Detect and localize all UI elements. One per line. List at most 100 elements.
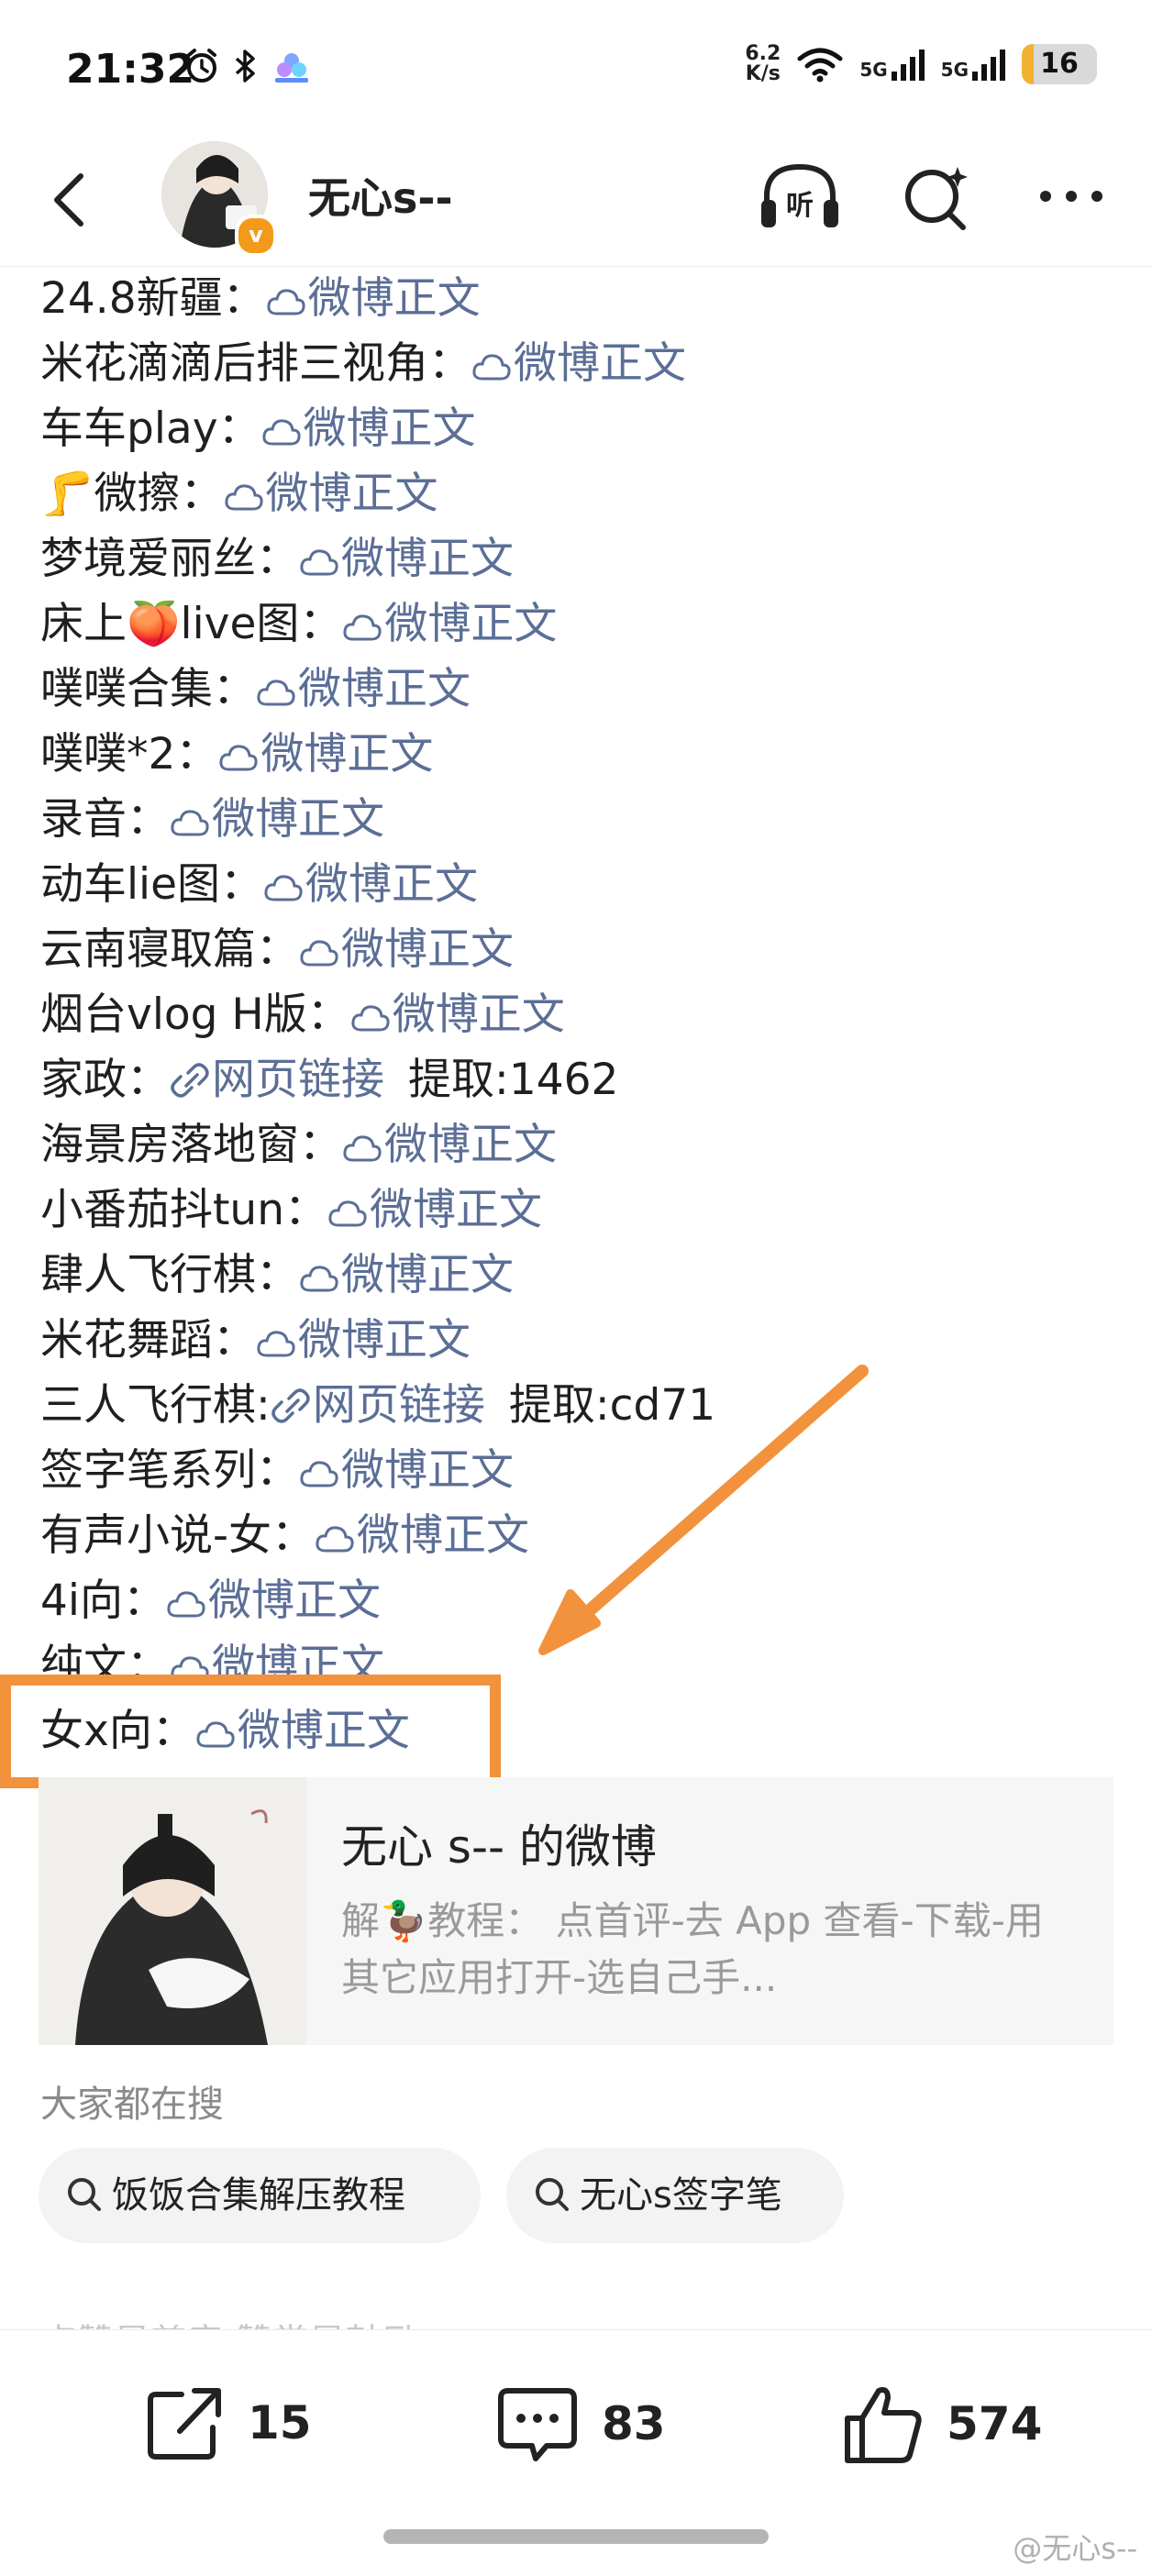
line-label: 🦵微擦：: [40, 469, 224, 519]
post-line: 云南寝取篇： 微博正文: [40, 917, 1123, 982]
weibo-link-text: 微博正文: [298, 664, 471, 714]
signal-bars-icon-2: [972, 50, 1005, 81]
alarm-icon: [187, 49, 216, 83]
cloud-link-icon: [300, 1461, 338, 1487]
weibo-link[interactable]: 微博正文: [218, 729, 433, 779]
post-line: 24.8新疆： 微博正文: [40, 266, 1123, 331]
weibo-link-text: 微博正文: [303, 404, 476, 454]
web-link[interactable]: 网页链接: [271, 1380, 485, 1431]
post-line: 海景房落地窗： 微博正文: [40, 1112, 1123, 1177]
comment-button[interactable]: 83: [495, 2382, 666, 2466]
post-line: 肆人飞行棋： 微博正文: [40, 1243, 1123, 1308]
extract-code: 提取:1462: [408, 1055, 619, 1105]
home-indicator[interactable]: [383, 2529, 769, 2544]
line-label: 动车lie图：: [40, 859, 264, 910]
weibo-link[interactable]: 微博正文: [266, 273, 481, 324]
weibo-link[interactable]: 微博正文: [299, 1250, 514, 1300]
repost-icon: [148, 2388, 221, 2460]
weibo-link[interactable]: 微博正文: [224, 469, 438, 519]
card-thumbnail: [39, 1777, 306, 2045]
web-link[interactable]: 网页链接: [170, 1055, 384, 1105]
search-icon[interactable]: [892, 160, 980, 233]
net-speed-unit: K/s: [745, 62, 781, 85]
weibo-link[interactable]: 微博正文: [170, 1641, 384, 1679]
weibo-link-text: 微博正文: [260, 729, 434, 779]
weibo-link[interactable]: 微博正文: [471, 338, 686, 389]
back-icon[interactable]: [37, 163, 110, 237]
weibo-link-text: 微博正文: [305, 859, 479, 910]
cloud-link-icon: [343, 1135, 382, 1162]
signal2-label: 5G: [940, 59, 969, 81]
search-chip-label: 无心s签字笔: [580, 2174, 782, 2217]
cloud-link-icon: [167, 1591, 205, 1618]
post-line: 三人飞行棋: 网页链接 提取:cd71: [40, 1373, 1123, 1438]
weibo-link[interactable]: 微博正文: [342, 1120, 557, 1170]
status-bar: 21:32 6.2 K/s 5G 5G 16: [0, 0, 1152, 138]
weibo-preview-card[interactable]: 无心 s-- 的微博 解🦆教程： 点首评-去 App 查看-下载-用其它应用打开…: [39, 1777, 1113, 2045]
repost-button[interactable]: 15: [143, 2382, 312, 2464]
weibo-link[interactable]: 微博正文: [299, 534, 514, 584]
cloud-link-icon: [316, 1526, 354, 1553]
comment-count: 83: [602, 2397, 666, 2450]
weibo-link[interactable]: 微博正文: [166, 1575, 381, 1626]
link-icon: [171, 1063, 209, 1098]
weibo-link[interactable]: 微博正文: [299, 924, 514, 975]
post-line: 床上🍑live图： 微博正文: [40, 591, 1123, 657]
post-line: 动车lie图： 微博正文: [40, 852, 1123, 917]
line-label: 梦境爱丽丝：: [40, 534, 299, 584]
username[interactable]: 无心s--: [308, 165, 453, 226]
net-speed-value: 6.2: [745, 42, 781, 65]
faded-text: 点赞是尊音 赞赏是鼓励: [40, 2313, 419, 2331]
weibo-link[interactable]: 微博正文: [256, 664, 471, 714]
extract-code: 提取:cd71: [508, 1380, 716, 1431]
weibo-link[interactable]: 微博正文: [315, 1510, 529, 1561]
cloud-link-icon: [224, 484, 263, 511]
weibo-link-text: 微博正文: [265, 469, 438, 519]
weibo-link[interactable]: 微博正文: [327, 1185, 542, 1235]
listen-label: 听: [786, 190, 814, 222]
weibo-link[interactable]: 微博正文: [170, 794, 384, 845]
weibo-link[interactable]: 微博正文: [299, 1445, 514, 1496]
cloud-link-icon: [261, 419, 301, 446]
weibo-link[interactable]: 微博正文: [261, 404, 476, 454]
weibo-link-text: 微博正文: [341, 534, 514, 584]
weibo-link[interactable]: 微博正文: [342, 599, 557, 649]
search-chip[interactable]: 无心s签字笔: [506, 2148, 844, 2243]
signal-bars-icon: [891, 50, 925, 81]
app-icon: [275, 53, 308, 83]
weibo-link-text: 微博正文: [356, 1510, 529, 1561]
watermark: @无心s--: [1013, 2531, 1137, 2566]
more-icon[interactable]: [1027, 160, 1115, 233]
listen-icon[interactable]: 听: [756, 160, 844, 233]
weibo-link-text: 微博正文: [384, 1120, 557, 1170]
line-label: 小番茄抖tun：: [40, 1185, 328, 1235]
weibo-link-text: 微博正文: [212, 1641, 384, 1679]
like-button[interactable]: 574: [840, 2382, 1042, 2466]
weibo-link[interactable]: 微博正文: [195, 1706, 410, 1756]
post-line: 🦵微擦： 微博正文: [40, 461, 1123, 526]
web-link-text: 网页链接: [212, 1055, 384, 1105]
weibo-link-text: 微博正文: [341, 1445, 514, 1496]
post-line: 米花滴滴后排三视角： 微博正文: [40, 331, 1123, 396]
line-label: 噗噗*2：: [40, 729, 219, 779]
signal-icon-2: 5G: [941, 48, 1005, 81]
weibo-link-text: 微博正文: [514, 338, 686, 389]
weibo-link[interactable]: 微博正文: [263, 859, 478, 910]
weibo-link-text: 微博正文: [370, 1185, 543, 1235]
link-icon: [271, 1388, 310, 1423]
nav-actions: 听: [756, 160, 1115, 233]
search-chip[interactable]: 饭饭合集解压教程: [39, 2148, 481, 2243]
weibo-link-text: 微博正文: [207, 1575, 381, 1626]
cloud-link-icon: [300, 940, 338, 967]
cloud-link-icon: [196, 1721, 235, 1748]
weibo-link-text: 微博正文: [384, 599, 558, 649]
web-link-text: 网页链接: [312, 1380, 485, 1431]
post-line: 纯文： 微博正文: [40, 1633, 1123, 1679]
post-body: 24.8新疆： 微博正文 米花滴滴后排三视角： 微博正文 车车play： 微博正文 🦵微擦：…: [40, 266, 1123, 1679]
weibo-link[interactable]: 微博正文: [350, 989, 565, 1040]
cloud-link-icon: [343, 614, 382, 641]
weibo-link[interactable]: 微博正文: [256, 1315, 471, 1365]
weibo-link-text: 微博正文: [341, 1250, 514, 1300]
post-line: 小番茄抖tun： 微博正文: [40, 1177, 1123, 1243]
line-label: 家政：: [40, 1055, 170, 1105]
